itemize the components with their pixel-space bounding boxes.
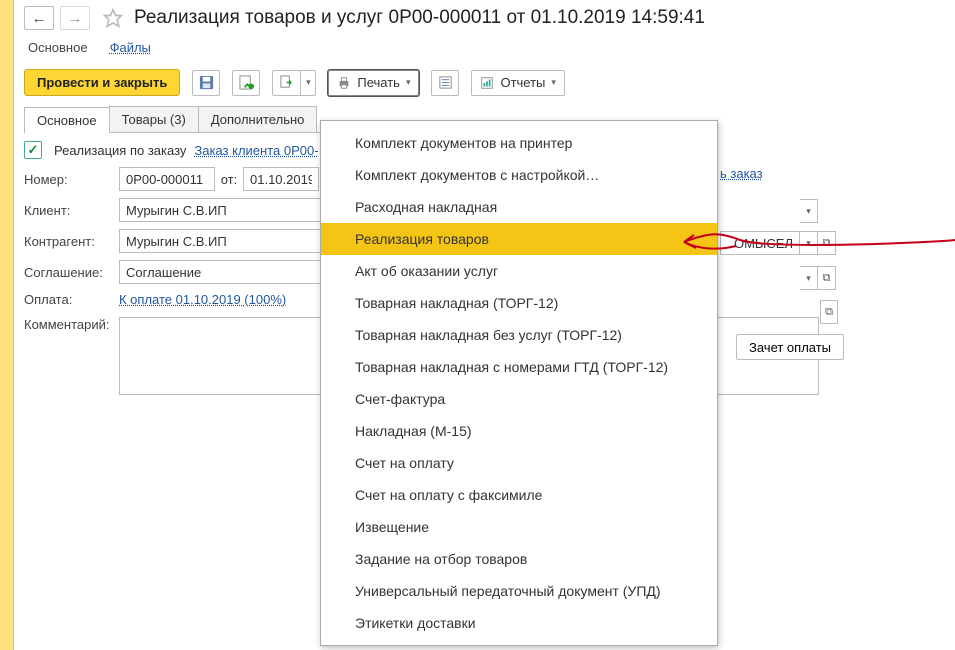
open-icon: ⧉: [825, 306, 833, 319]
caret-down-icon: ▾: [551, 77, 556, 88]
menu-item-12[interactable]: Извещение: [321, 511, 717, 543]
arrow-left-icon: ←: [32, 11, 47, 26]
menu-item-2[interactable]: Расходная накладная: [321, 191, 717, 223]
order-checkbox-label: Реализация по заказу: [54, 143, 186, 158]
list-icon: [438, 75, 453, 90]
caret-down-icon: ▾: [806, 238, 811, 249]
label-agreement: Соглашение:: [24, 265, 119, 280]
counterparty-input[interactable]: [119, 229, 327, 253]
save-button[interactable]: [192, 70, 220, 96]
arrow-right-icon: →: [68, 11, 83, 26]
nav-back-button[interactable]: ←: [24, 6, 54, 30]
number-input[interactable]: [119, 167, 215, 191]
section-link-main[interactable]: Основное: [28, 40, 88, 55]
agreement-input[interactable]: [119, 260, 327, 284]
label-from: от:: [215, 172, 243, 187]
label-client: Клиент:: [24, 203, 119, 218]
menu-item-5[interactable]: Товарная накладная (ТОРГ-12): [321, 287, 717, 319]
printer-icon: [337, 76, 351, 90]
label-number: Номер:: [24, 172, 119, 187]
section-link-files[interactable]: Файлы: [110, 40, 151, 55]
caret-down-icon: ▾: [306, 77, 311, 88]
tab-extra[interactable]: Дополнительно: [198, 106, 318, 132]
client-input[interactable]: [119, 198, 327, 222]
offset-payment-button[interactable]: Зачет оплаты: [736, 334, 844, 360]
trailing-order-link[interactable]: ь заказ: [720, 166, 763, 181]
menu-item-10[interactable]: Счет на оплату: [321, 447, 717, 479]
print-label: Печать: [357, 75, 400, 90]
show-list-button[interactable]: [431, 70, 459, 96]
page-title: Реализация товаров и услуг 0Р00-000011 о…: [134, 7, 705, 29]
menu-item-3[interactable]: Реализация товаров: [321, 223, 717, 255]
label-counterparty: Контрагент:: [24, 234, 119, 249]
floppy-icon: [199, 75, 214, 90]
payment-link[interactable]: К оплате 01.10.2019 (100%): [119, 292, 286, 307]
doc-arrow-icon: [279, 75, 294, 90]
post-icon: [239, 75, 254, 90]
right-field3-open[interactable]: ⧉: [820, 300, 838, 324]
menu-item-7[interactable]: Товарная накладная с номерами ГТД (ТОРГ-…: [321, 351, 717, 383]
caret-down-icon: ▾: [806, 206, 811, 217]
menu-item-0[interactable]: Комплект документов на принтер: [321, 127, 717, 159]
menu-item-4[interactable]: Акт об оказании услуг: [321, 255, 717, 287]
menu-item-8[interactable]: Счет-фактура: [321, 383, 717, 415]
favorite-star-icon[interactable]: [102, 7, 124, 29]
menu-item-14[interactable]: Универсальный передаточный документ (УПД…: [321, 575, 717, 607]
post-button[interactable]: [232, 70, 260, 96]
report-icon: [480, 76, 494, 90]
create-based-on-dropdown[interactable]: ▾: [300, 70, 316, 96]
menu-item-11[interactable]: Счет на оплату с факсимиле: [321, 479, 717, 511]
create-based-on-button[interactable]: [272, 70, 300, 96]
date-input[interactable]: [243, 167, 319, 191]
menu-item-6[interactable]: Товарная накладная без услуг (ТОРГ-12): [321, 319, 717, 351]
toolbar: Провести и закрыть ▾ Печать ▾: [24, 69, 945, 96]
print-button[interactable]: Печать ▾: [328, 70, 419, 96]
right-field2-open[interactable]: ⧉: [818, 266, 836, 290]
reports-label: Отчеты: [500, 75, 545, 90]
menu-item-13[interactable]: Задание на отбор товаров: [321, 543, 717, 575]
section-links: Основное Файлы: [28, 40, 945, 55]
menu-item-1[interactable]: Комплект документов с настройкой…: [321, 159, 717, 191]
header-row: ← → Реализация товаров и услуг 0Р00-0000…: [24, 6, 945, 30]
right-field2-dropdown[interactable]: ▾: [800, 266, 818, 290]
open-icon: ⧉: [823, 237, 831, 250]
menu-item-15[interactable]: Этикетки доставки: [321, 607, 717, 639]
label-payment: Оплата:: [24, 292, 119, 307]
right-field-input[interactable]: [720, 231, 800, 255]
order-link[interactable]: Заказ клиента 0Р00-: [194, 143, 318, 158]
create-based-on-group: ▾: [272, 70, 316, 96]
yellow-left-strip: [0, 0, 14, 650]
nav-forward-button[interactable]: →: [60, 6, 90, 30]
caret-down-icon: ▾: [806, 273, 811, 284]
reports-button[interactable]: Отчеты ▾: [471, 70, 564, 96]
post-and-close-button[interactable]: Провести и закрыть: [24, 69, 180, 96]
tab-goods[interactable]: Товары (3): [109, 106, 199, 132]
open-icon: ⧉: [823, 272, 831, 285]
print-dropdown-menu: Комплект документов на принтер Комплект …: [320, 120, 718, 646]
tab-main[interactable]: Основное: [24, 107, 110, 133]
order-checkbox[interactable]: ✓: [24, 141, 42, 159]
check-icon: ✓: [28, 142, 39, 158]
tab-bar: Основное Товары (3) Дополнительно: [24, 106, 324, 133]
menu-item-9[interactable]: Накладная (М-15): [321, 415, 717, 447]
right-field-dropdown[interactable]: ▾: [800, 231, 818, 255]
right-field-open[interactable]: ⧉: [818, 231, 836, 255]
caret-down-icon: ▾: [406, 77, 411, 88]
label-comment: Комментарий:: [24, 317, 119, 332]
right-field1-dropdown[interactable]: ▾: [800, 199, 818, 223]
